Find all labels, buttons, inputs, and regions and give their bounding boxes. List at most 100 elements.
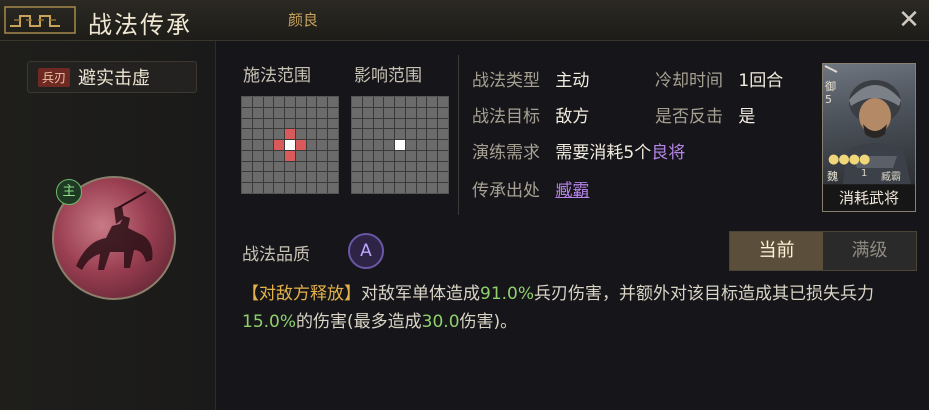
grid-cell (373, 183, 384, 193)
grid-cell (438, 150, 448, 161)
level-tabs: 当前 满级 (729, 231, 917, 271)
grid-cell (263, 172, 274, 183)
info-cooldown-value: 1回合 (738, 71, 784, 91)
grid-cell (306, 150, 317, 161)
grid-cell (328, 172, 338, 183)
origin-hero-link[interactable]: 臧霸 (555, 181, 589, 201)
grid-cell (274, 140, 285, 150)
grid-cell (405, 172, 416, 183)
section-divider (458, 55, 459, 215)
grid-cell (274, 107, 285, 118)
grid-cell (405, 140, 416, 150)
grid-cell (285, 97, 295, 107)
grid-cell (317, 97, 328, 107)
grid-cell (263, 161, 274, 172)
grid-cell (306, 129, 317, 140)
desc-target-tag: 【对敌方释放】 (242, 284, 361, 304)
hero-portrait: 御 5 ●●●● 魏 1 臧霸 (823, 64, 915, 184)
grid-cell (384, 118, 395, 129)
grid-cell (352, 129, 362, 140)
grid-cell (252, 161, 263, 172)
grid-cell (274, 97, 285, 107)
grid-cell (252, 172, 263, 183)
grid-cell (416, 140, 427, 150)
grid-cell (295, 118, 306, 129)
hero-faction: 魏 (827, 170, 838, 183)
grid-cell (352, 118, 362, 129)
grid-cell (328, 161, 338, 172)
grid-cell (395, 161, 405, 172)
grid-cell (427, 129, 438, 140)
hero-card[interactable]: 御 5 ●●●● 魏 1 臧霸 消耗武将 (822, 63, 916, 212)
info-type-label: 战法类型 (472, 71, 540, 91)
info-cooldown-row: 冷却时间 1回合 (655, 66, 783, 91)
grid-cell (362, 97, 373, 107)
grid-cell (384, 107, 395, 118)
grid-cell (427, 118, 438, 129)
grid-cell (416, 172, 427, 183)
hero-card-caption: 消耗武将 (823, 185, 915, 211)
tab-current[interactable]: 当前 (730, 232, 823, 270)
grid-cell (438, 97, 448, 107)
grid-cell (306, 118, 317, 129)
desc-text-4: 伤害)。 (459, 312, 518, 332)
grid-cell (438, 172, 448, 183)
cloud-ornament-icon (4, 6, 76, 34)
info-counter-value: 是 (738, 107, 756, 127)
hero-card-name: 臧霸 (881, 172, 901, 183)
grid-cell (438, 129, 448, 140)
grid-cell (252, 118, 263, 129)
grid-cell (242, 161, 252, 172)
grid-cell (242, 140, 252, 150)
grid-cell (405, 161, 416, 172)
grid-cell (252, 150, 263, 161)
info-counter-row: 是否反击 是 (655, 102, 755, 127)
grid-cell (416, 97, 427, 107)
grid-cell (352, 161, 362, 172)
grid-cell (263, 150, 274, 161)
grid-cell (295, 97, 306, 107)
grid-cell (395, 129, 405, 140)
grid-cell (405, 183, 416, 193)
info-target-value: 敌方 (555, 107, 590, 127)
grid-cell (242, 97, 252, 107)
grid-cell (252, 129, 263, 140)
info-type-row: 战法类型 主动 (472, 66, 589, 91)
effect-range-label: 影响范围 (354, 66, 422, 86)
grid-cell (362, 150, 373, 161)
grid-cell (352, 107, 362, 118)
grid-cell (328, 129, 338, 140)
grid-cell (285, 118, 295, 129)
grid-cell (362, 140, 373, 150)
grid-cell (274, 129, 285, 140)
grid-cell (395, 97, 405, 107)
grid-cell (317, 172, 328, 183)
grid-cell (395, 183, 405, 193)
grid-cell (285, 129, 295, 140)
skill-description: 【对敌方释放】对敌军单体造成91.0%兵刃伤害，并额外对该目标造成其已损失兵力 1… (242, 280, 912, 336)
grid-cell (362, 129, 373, 140)
grid-cell (438, 118, 448, 129)
grid-cell (352, 172, 362, 183)
desc-value-2: 15.0% (242, 312, 297, 332)
info-target-label: 战法目标 (472, 107, 540, 127)
close-button[interactable]: ✕ (895, 6, 923, 34)
grid-cell (252, 140, 263, 150)
grid-cell (405, 129, 416, 140)
grid-cell (285, 161, 295, 172)
grid-cell (317, 140, 328, 150)
grid-cell (263, 129, 274, 140)
grid-cell (295, 172, 306, 183)
quality-label: 战法品质 (242, 245, 310, 265)
tab-max-level[interactable]: 满级 (823, 232, 916, 270)
grid-cell (427, 161, 438, 172)
grid-cell (416, 161, 427, 172)
grid-cell (274, 118, 285, 129)
grid-cell (242, 129, 252, 140)
grid-cell (285, 140, 295, 150)
grid-cell (328, 140, 338, 150)
grid-cell (328, 97, 338, 107)
grid-cell (263, 107, 274, 118)
desc-text-2: 兵刃伤害，并额外对该目标造成其已损失兵力 (534, 284, 875, 304)
grid-cell (317, 118, 328, 129)
